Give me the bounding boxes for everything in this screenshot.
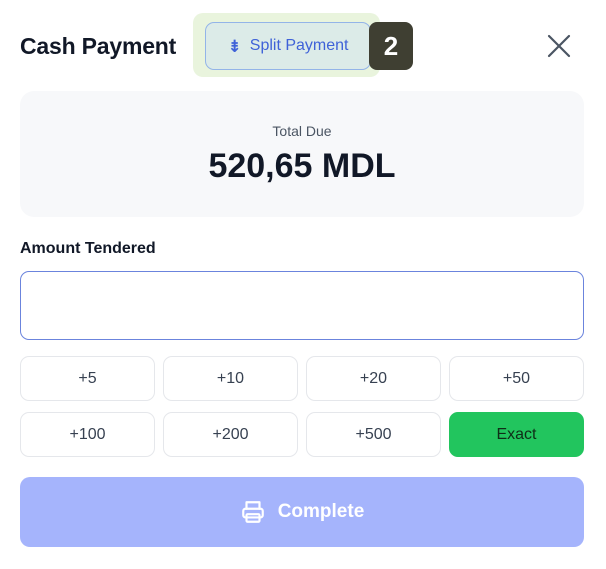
quick-amount-20-button[interactable]: +20 xyxy=(306,356,441,401)
amount-tendered-label: Amount Tendered xyxy=(20,240,156,257)
step-badge: 2 xyxy=(369,22,413,70)
total-due-card: Total Due 520,65 MDL xyxy=(20,91,584,217)
dialog-title: Cash Payment xyxy=(20,33,177,59)
quick-amount-500-button[interactable]: +500 xyxy=(306,412,441,457)
split-payment-button[interactable]: ⇟ Split Payment xyxy=(205,22,371,70)
close-button[interactable] xyxy=(543,30,575,62)
printer-icon xyxy=(241,501,264,523)
complete-label: Complete xyxy=(277,501,365,522)
split-payment-label: Split Payment xyxy=(249,37,349,54)
amount-tendered-input[interactable] xyxy=(20,271,584,340)
quick-amount-200-button[interactable]: +200 xyxy=(163,412,298,457)
quick-amount-5-button[interactable]: +5 xyxy=(20,356,155,401)
exact-amount-button[interactable]: Exact xyxy=(449,412,584,457)
split-icon: ⇟ xyxy=(227,36,242,56)
quick-amount-100-button[interactable]: +100 xyxy=(20,412,155,457)
quick-amount-10-button[interactable]: +10 xyxy=(163,356,298,401)
quick-amount-50-button[interactable]: +50 xyxy=(449,356,584,401)
close-icon xyxy=(547,34,571,58)
complete-button[interactable]: Complete xyxy=(20,477,584,547)
total-due-value: 520,65 MDL xyxy=(208,147,396,185)
quick-amount-grid: +5 +10 +20 +50 +100 +200 +500 Exact xyxy=(20,356,584,457)
total-due-label: Total Due xyxy=(272,123,332,139)
